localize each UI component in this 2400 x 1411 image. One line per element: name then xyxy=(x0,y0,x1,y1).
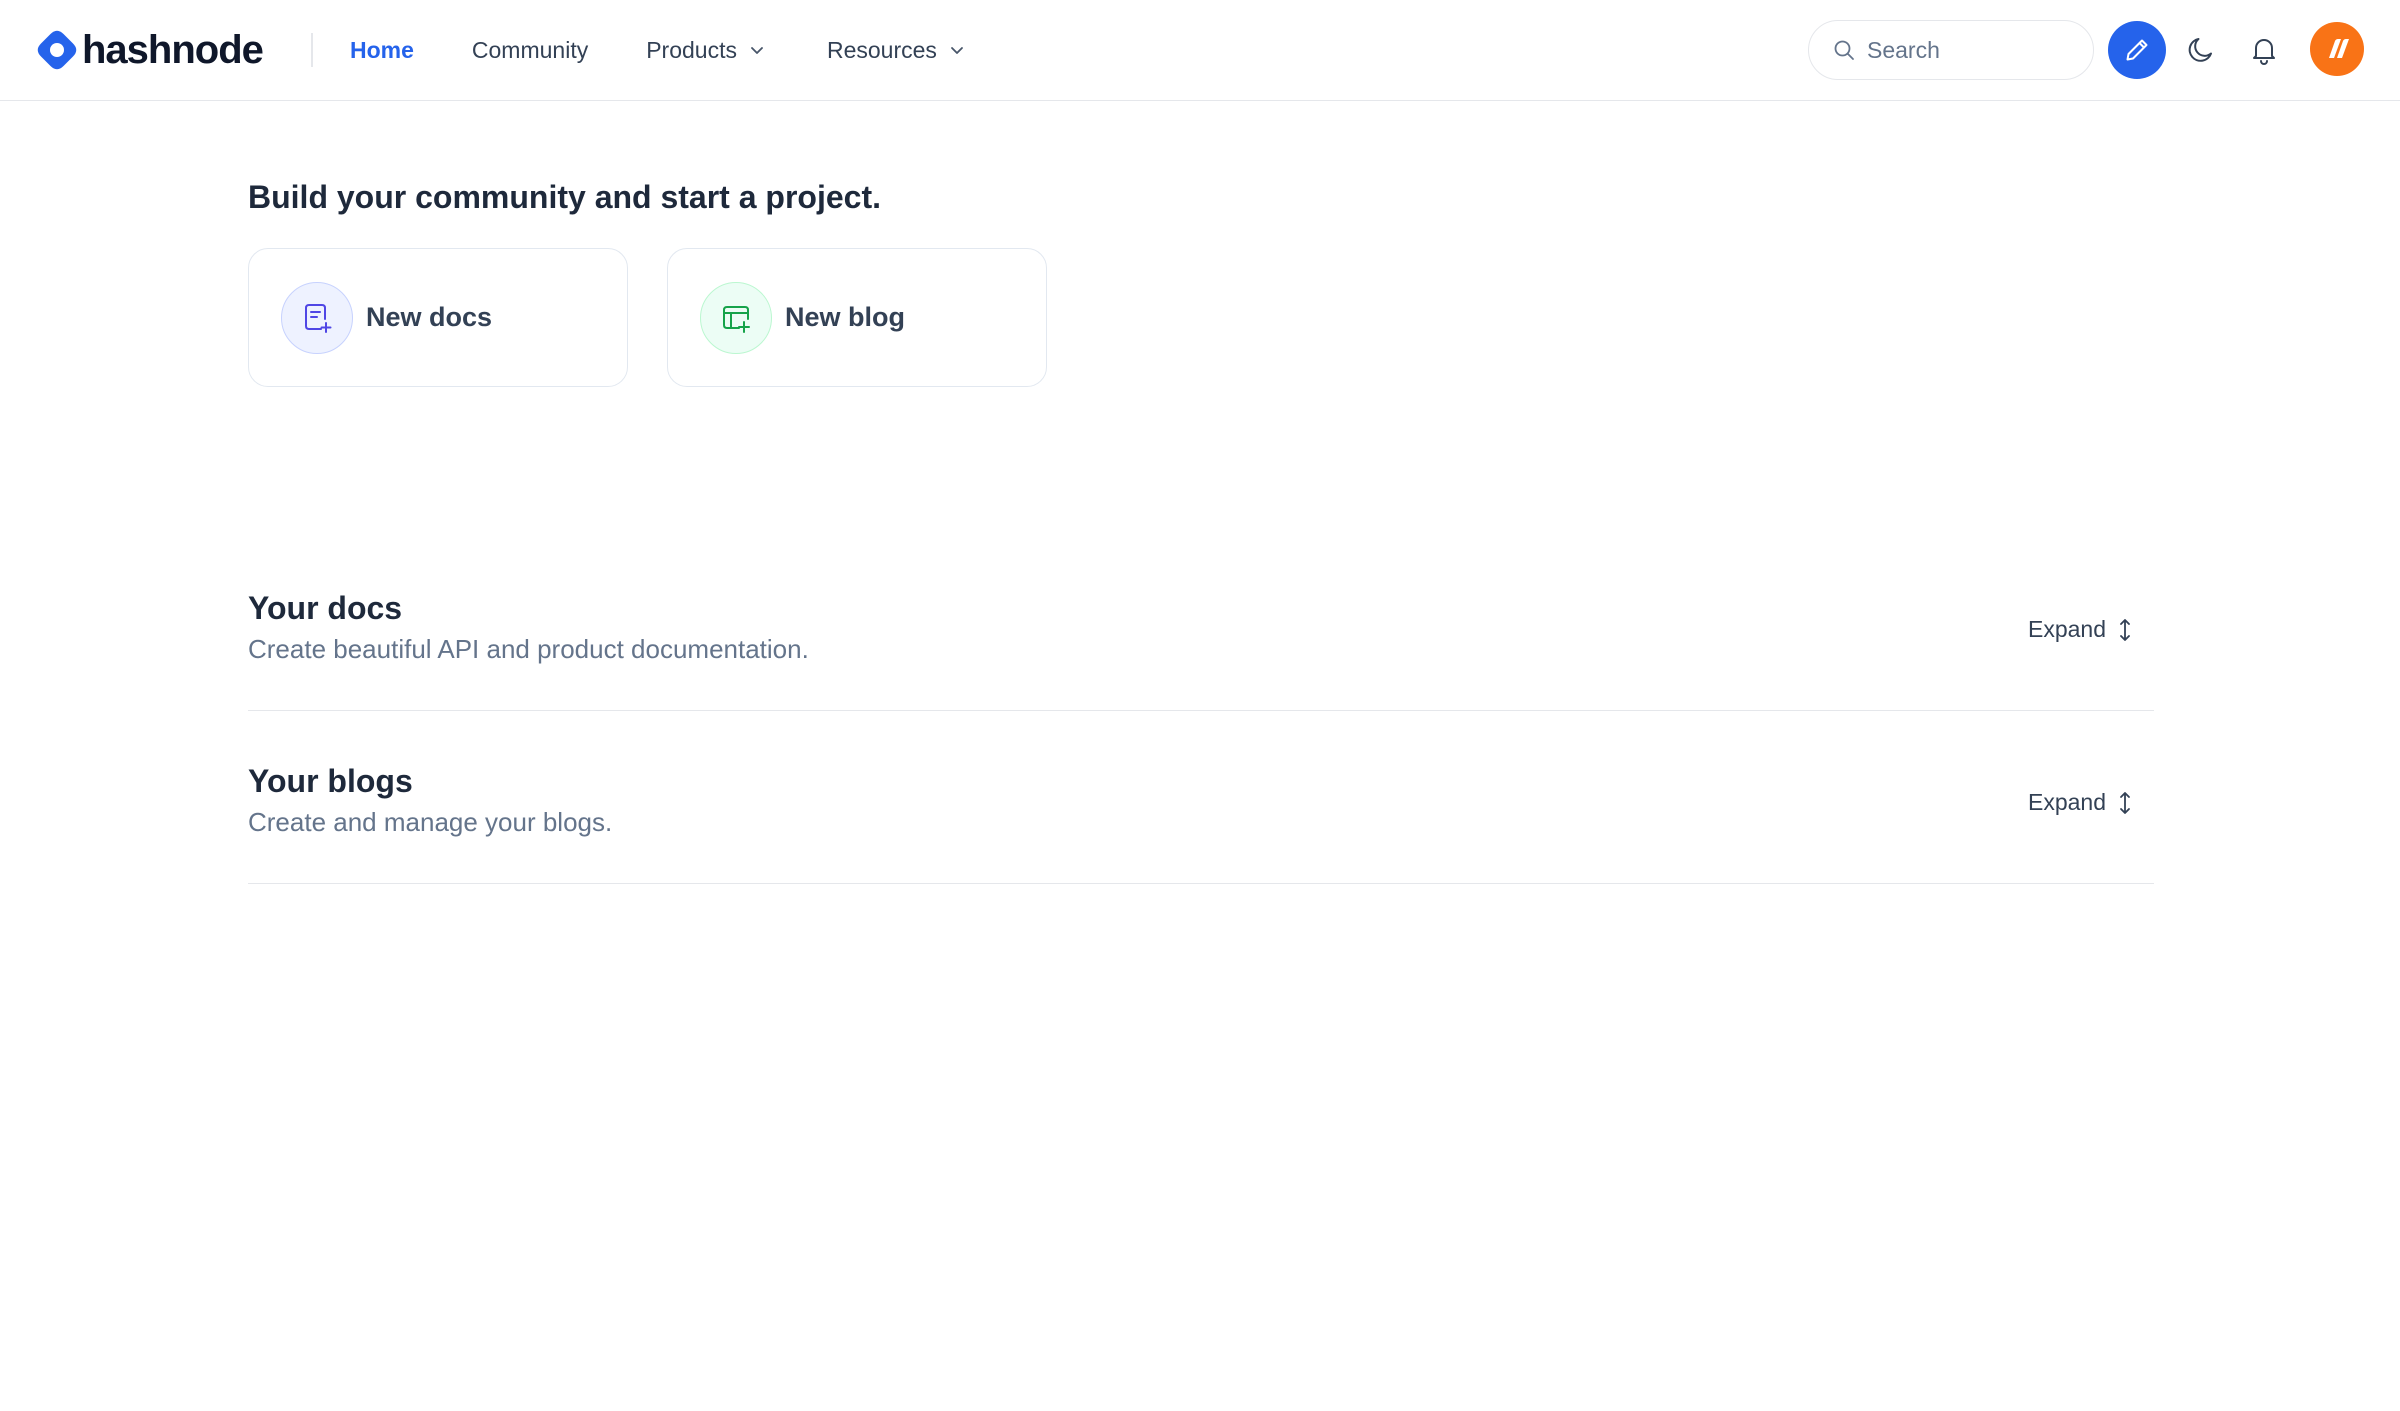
avatar-logo-icon xyxy=(2329,39,2349,58)
nav-home-label: Home xyxy=(350,36,414,63)
header-divider xyxy=(311,33,313,67)
your-blogs-title: Your blogs xyxy=(248,763,413,799)
chevron-down-icon xyxy=(951,47,963,54)
new-blog-card[interactable]: New blog xyxy=(667,248,1047,387)
notifications-button[interactable] xyxy=(2244,30,2284,70)
new-docs-label: New docs xyxy=(366,302,493,332)
search-input[interactable] xyxy=(1867,36,2067,64)
nav-products-label: Products xyxy=(646,36,737,63)
nav-community-label: Community xyxy=(471,36,589,63)
theme-toggle-button[interactable] xyxy=(2181,30,2221,70)
brand-name: hashnode xyxy=(82,27,264,72)
nav-resources-dropdown[interactable]: Resources xyxy=(827,37,967,64)
new-docs-card[interactable]: New docs xyxy=(248,248,628,387)
search-box[interactable] xyxy=(1808,20,2094,80)
docs-plus-icon xyxy=(305,303,332,333)
nav-resources-label: Resources xyxy=(826,36,937,63)
blog-icon-circle xyxy=(700,281,772,354)
expand-arrows-icon xyxy=(2120,791,2130,814)
search-icon xyxy=(1834,40,1854,60)
your-blogs-subtitle: Create and manage your blogs. xyxy=(248,807,613,837)
docs-icon-circle xyxy=(281,281,353,354)
hashnode-logo-icon xyxy=(36,29,78,71)
expand-docs-button[interactable]: Expand xyxy=(2028,616,2134,643)
expand-blogs-label: Expand xyxy=(2027,789,2106,815)
main-nav: Home Community Products Resources xyxy=(350,0,967,100)
nav-community[interactable]: Community xyxy=(472,37,588,64)
expand-docs-label: Expand xyxy=(2027,616,2106,642)
nav-products-dropdown[interactable]: Products xyxy=(646,37,767,64)
blog-plus-icon xyxy=(723,305,750,333)
hashnode-logo[interactable]: hashnode xyxy=(36,26,264,74)
new-blog-label: New blog xyxy=(785,302,905,332)
your-docs-section: Your docs Create beautiful API and produ… xyxy=(248,538,2154,711)
moon-icon xyxy=(2188,38,2212,62)
user-avatar[interactable] xyxy=(2310,22,2364,76)
bell-icon xyxy=(2253,39,2275,65)
write-button[interactable] xyxy=(2108,21,2166,79)
expand-blogs-button[interactable]: Expand xyxy=(2028,789,2134,816)
expand-arrows-icon xyxy=(2120,618,2130,641)
your-blogs-section: Your blogs Create and manage your blogs.… xyxy=(248,711,2154,884)
chevron-down-icon xyxy=(751,47,763,54)
your-docs-title: Your docs xyxy=(248,590,403,626)
page-title: Build your community and start a project… xyxy=(248,179,881,215)
your-docs-subtitle: Create beautiful API and product documen… xyxy=(248,634,809,664)
top-navigation-bar: hashnode Home Community Products Resourc… xyxy=(0,0,2400,101)
nav-home[interactable]: Home xyxy=(350,37,414,64)
pencil-icon xyxy=(2126,39,2148,61)
